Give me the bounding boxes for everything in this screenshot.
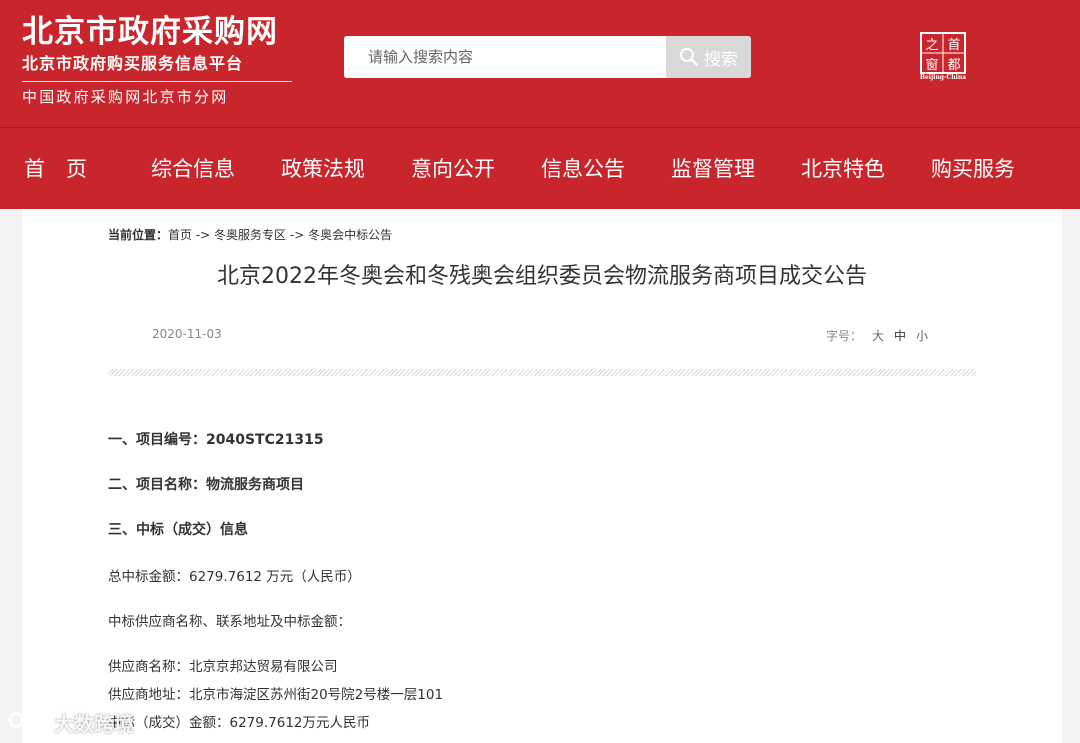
- logo-divider: [22, 81, 292, 82]
- section-project-name: 二、项目名称：物流服务商项目: [108, 477, 304, 493]
- breadcrumb-separator: ->: [192, 228, 215, 242]
- search-box: 搜索: [344, 36, 751, 78]
- supplier-name: 供应商名称：北京京邦达贸易有限公司: [108, 659, 338, 675]
- seal-char-2: 首: [947, 38, 960, 53]
- nav-item-intent[interactable]: 意向公开: [411, 154, 495, 184]
- supplier-address: 供应商地址：北京市海淀区苏州街20号院2号楼一层101: [108, 687, 444, 703]
- font-size-large[interactable]: 大: [872, 329, 884, 343]
- watermark-logo-icon: [8, 709, 48, 736]
- article-panel: 当前位置：首页 -> 冬奥服务专区 -> 冬奥会中标公告 北京2022年冬奥会和…: [22, 209, 1062, 743]
- seal-char-3: 都: [947, 58, 960, 73]
- nav-item-supervision[interactable]: 监督管理: [671, 154, 755, 184]
- breadcrumb-separator: ->: [286, 228, 309, 242]
- breadcrumb-label: 当前位置：: [108, 228, 169, 242]
- seal-char-4: 窗: [925, 57, 938, 73]
- nav-item-home[interactable]: 首 页: [24, 154, 87, 184]
- section-award-info: 三、中标（成交）信息: [108, 522, 248, 538]
- watermark-text: 大数跨境: [54, 711, 134, 736]
- font-size-switcher: 字号： 大中小: [826, 327, 928, 344]
- award-amount: 中标（成交）金额：6279.7612万元人民币: [108, 715, 371, 731]
- breadcrumb-winter-zone[interactable]: 冬奥服务专区: [214, 228, 286, 242]
- breadcrumb: 当前位置：首页 -> 冬奥服务专区 -> 冬奥会中标公告: [108, 226, 392, 243]
- breadcrumb-home[interactable]: 首页: [168, 228, 192, 242]
- site-header: 北京市政府采购网 北京市政府购买服务信息平台 中国政府采购网北京市分网 搜索: [0, 0, 1080, 209]
- title-divider: [108, 369, 976, 376]
- main-nav: 首 页 综合信息 政策法规 意向公开 信息公告 监督管理 北京特色 购买服务: [0, 128, 1080, 209]
- search-button-label: 搜索: [704, 49, 738, 70]
- font-size-label: 字号：: [826, 329, 863, 343]
- header-top: 北京市政府采购网 北京市政府购买服务信息平台 中国政府采购网北京市分网 搜索: [0, 0, 1080, 127]
- nav-item-general[interactable]: 综合信息: [151, 154, 235, 184]
- search-input[interactable]: [344, 36, 666, 78]
- nav-item-policy[interactable]: 政策法规: [281, 154, 365, 184]
- seal-icon: 之 首 都 窗: [920, 32, 966, 74]
- section-project-number: 一、项目编号：2040STC21315: [108, 432, 324, 448]
- breadcrumb-current[interactable]: 冬奥会中标公告: [308, 228, 392, 242]
- search-icon: [679, 47, 699, 67]
- supplier-intro: 中标供应商名称、联系地址及中标金额：: [108, 614, 351, 630]
- logo-title: 北京市政府采购网: [22, 14, 278, 50]
- logo-subtitle: 北京市政府购买服务信息平台: [22, 54, 244, 73]
- capital-window-seal[interactable]: 之 首 都 窗 Beijing-China: [918, 31, 968, 83]
- article-title: 北京2022年冬奥会和冬残奥会组织委员会物流服务商项目成交公告: [217, 264, 867, 289]
- font-size-medium[interactable]: 中: [894, 329, 906, 343]
- nav-item-notices[interactable]: 信息公告: [541, 154, 625, 184]
- search-button[interactable]: 搜索: [666, 36, 751, 78]
- logo-tagline: 中国政府采购网北京市分网: [22, 88, 229, 106]
- total-award-amount: 总中标金额：6279.7612 万元（人民币）: [108, 569, 361, 585]
- site-logo[interactable]: 北京市政府采购网 北京市政府购买服务信息平台 中国政府采购网北京市分网: [22, 12, 297, 107]
- publish-date: 2020-11-03: [152, 327, 222, 341]
- nav-item-purchase[interactable]: 购买服务: [931, 154, 1015, 184]
- seal-caption: Beijing-China: [919, 74, 967, 81]
- nav-item-beijing[interactable]: 北京特色: [801, 154, 885, 184]
- seal-char-1: 之: [925, 38, 938, 53]
- font-size-small[interactable]: 小: [916, 329, 928, 343]
- watermark: 大数跨境: [8, 706, 134, 738]
